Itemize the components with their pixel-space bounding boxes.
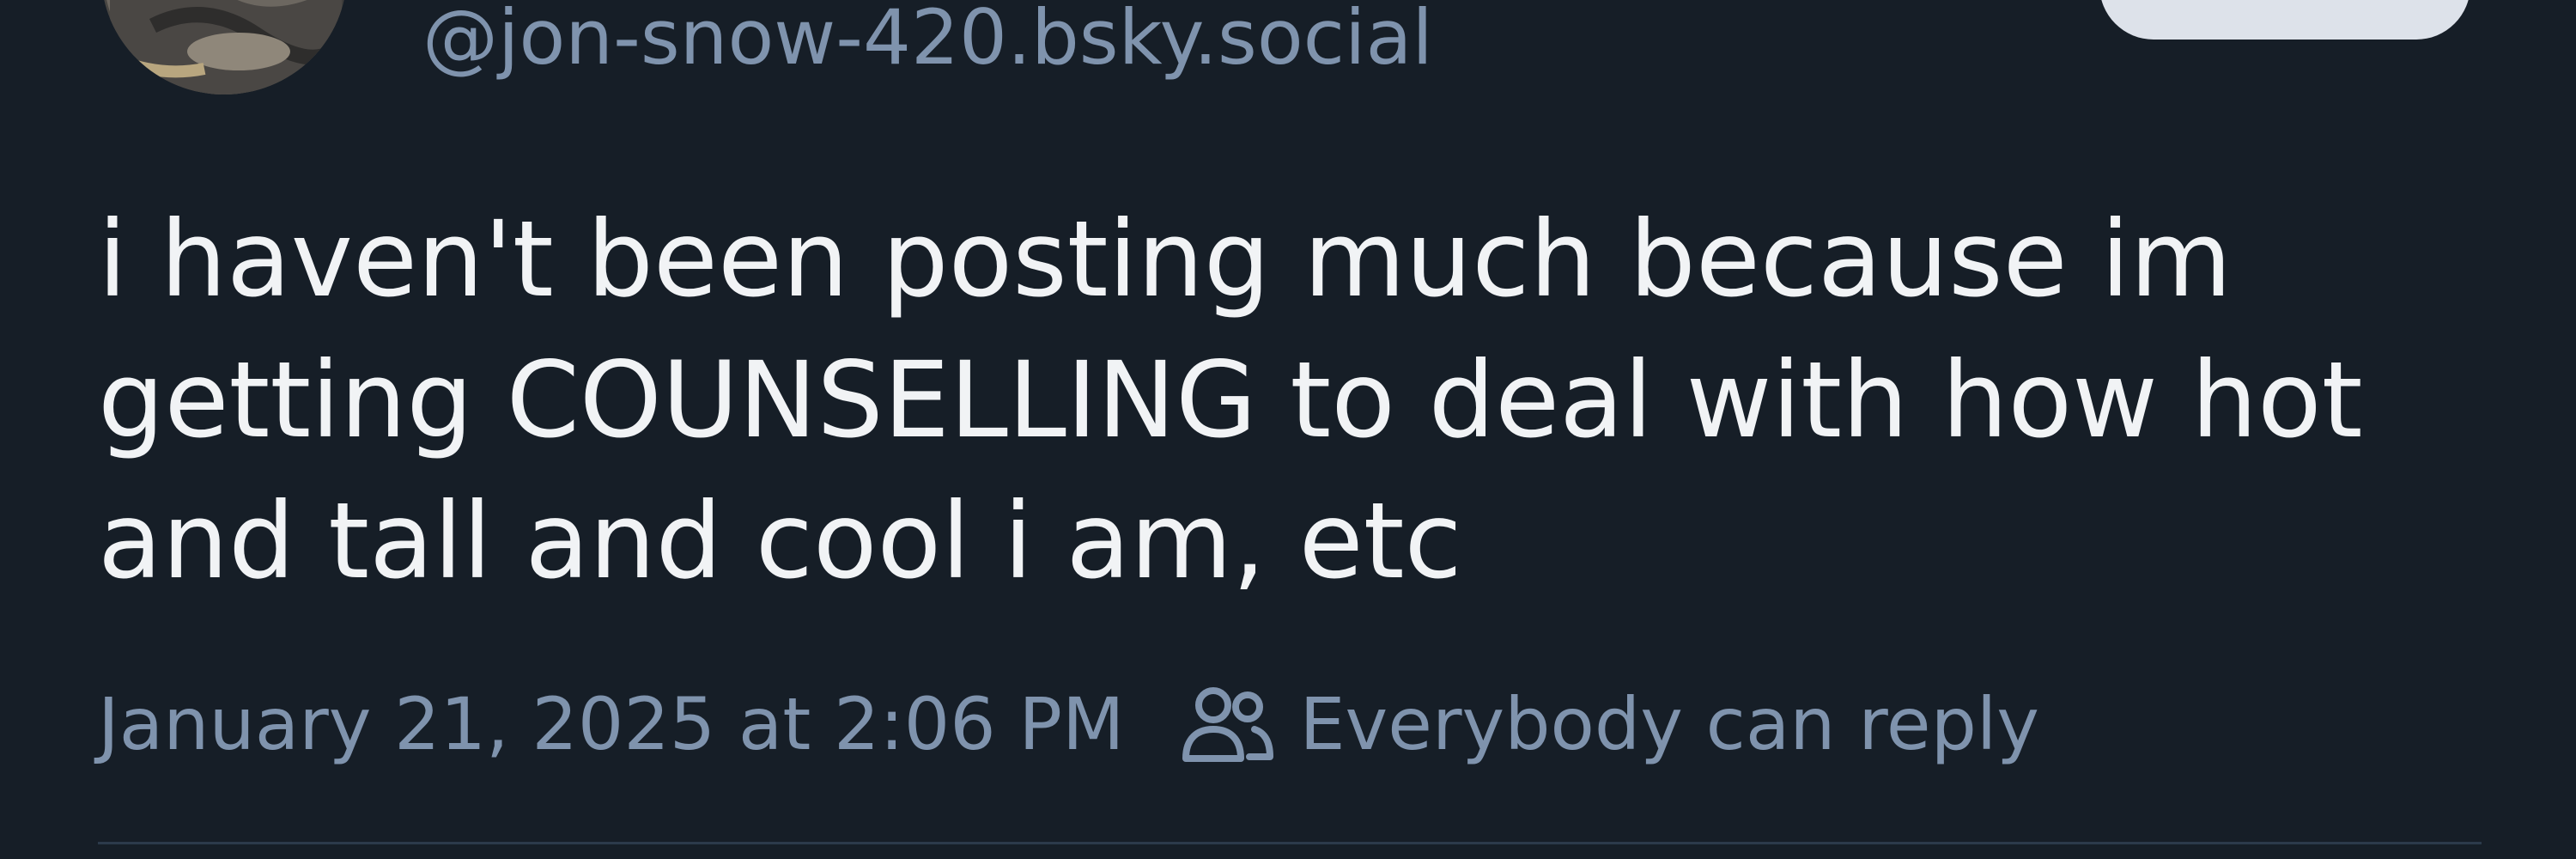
follow-button[interactable]: [2099, 0, 2470, 40]
reply-setting[interactable]: Everybody can reply: [1299, 682, 2039, 766]
post-timestamp[interactable]: January 21, 2025 at 2:06 PM: [98, 682, 1124, 766]
author-handle[interactable]: @jon-snow-420.bsky.social: [422, 0, 1433, 76]
divider: [98, 842, 2482, 844]
avatar[interactable]: [101, 0, 347, 94]
avatar-image: [106, 0, 342, 94]
post-text: i haven't been posting much because im g…: [98, 198, 2363, 602]
people-icon: [1181, 685, 1275, 764]
post-meta: January 21, 2025 at 2:06 PM Everybody ca…: [98, 677, 2039, 771]
